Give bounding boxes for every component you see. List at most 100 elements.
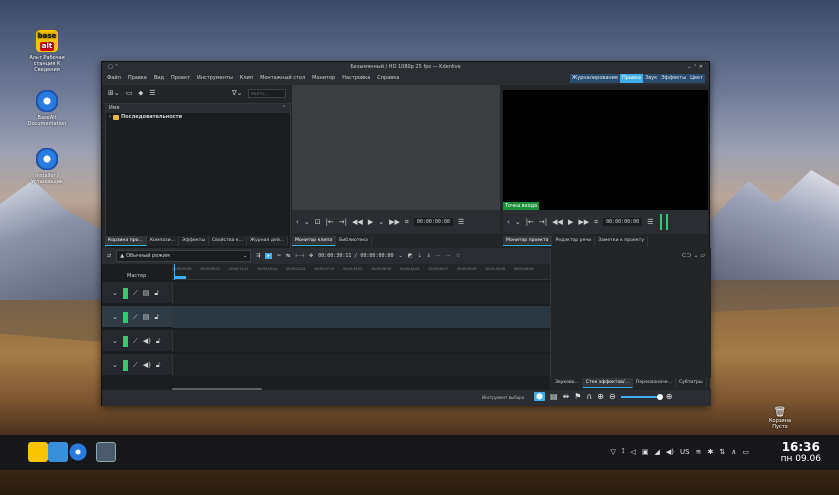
kde-connect-icon[interactable]: ⟟ (622, 447, 625, 456)
snap-icon[interactable]: ∩ (586, 392, 592, 401)
track-lane[interactable] (172, 306, 550, 328)
set-out-icon[interactable]: →| (339, 218, 347, 226)
track-lane[interactable] (172, 354, 550, 376)
set-out-icon[interactable]: →| (539, 218, 547, 226)
select-tool-icon[interactable]: ▸ (265, 253, 272, 259)
dock-tab[interactable]: Переназначе... (633, 378, 676, 388)
play-icon[interactable]: ▶ (568, 218, 573, 226)
menu-item[interactable]: Клип (239, 72, 254, 85)
clip-monitor-view[interactable] (292, 85, 500, 210)
menu-item[interactable]: Файл (106, 72, 122, 85)
workspace-tab[interactable]: Правка (620, 74, 644, 83)
fullscreen-icon[interactable]: ⌗ (594, 218, 598, 227)
menu-item[interactable]: Инструменты (196, 72, 234, 85)
multicam-icon[interactable]: ✥ (309, 253, 313, 259)
dock-tab[interactable]: Журнал дей... (247, 236, 289, 246)
audio-track[interactable]: ⌄ ⟋ ◀) 🔓︎ (102, 354, 550, 376)
zoom-fit-icon[interactable]: ⊕ (597, 392, 604, 401)
track-color-icon[interactable] (122, 359, 128, 371)
insert-icon[interactable]: ⇣ (417, 253, 421, 259)
workspace-tab[interactable]: Эффекты (659, 74, 688, 83)
menu-icon[interactable]: ☰ (149, 89, 155, 97)
effects-icon[interactable]: ⟋ (133, 289, 138, 298)
clock[interactable]: 16:36 пн 09.06 (781, 441, 821, 465)
add-clip-icon[interactable]: ⊞⌄ (108, 89, 120, 97)
menu-item[interactable]: Монтажный стол (259, 72, 306, 85)
film-icon[interactable]: ▤ (143, 289, 150, 297)
track-header[interactable]: ⌄ ⟋ ◀) 🔓︎ (102, 354, 172, 376)
set-in-icon[interactable]: |← (326, 218, 334, 226)
desktop-icon-alt-info[interactable]: base alt Альт Рабочая станция К Сведения (22, 30, 72, 73)
chevron-left-icon[interactable]: ‹ (296, 218, 299, 226)
updates-icon[interactable]: ▣ (642, 448, 649, 456)
chevron-up-icon[interactable]: ∧ (731, 448, 736, 456)
zoom-dropdown-icon[interactable]: ⌄ (515, 218, 521, 226)
desktop-icon-trash[interactable]: 🗑 Корзина Пусто (760, 407, 800, 430)
chevron-left-icon[interactable]: ‹ (507, 218, 510, 226)
workspace-tab[interactable]: Журналирование (570, 74, 620, 83)
desktop-icon-documentation[interactable]: BaseAlt Documentation (22, 90, 72, 127)
folder-add-icon[interactable]: ▭ (126, 89, 133, 97)
app-menu-icon[interactable] (28, 442, 48, 462)
film-icon[interactable]: ▤ (550, 392, 558, 401)
lift-icon[interactable]: ⋯ (436, 253, 441, 259)
composite-icon[interactable]: ◩ (408, 253, 413, 259)
chevron-down-icon[interactable]: ⌄ (112, 289, 118, 297)
menu-item[interactable]: Справка (376, 72, 400, 85)
extract-icon[interactable]: ⋯ (446, 253, 451, 259)
spacer-icon[interactable]: ↹ (286, 253, 290, 259)
dock-tab[interactable]: Свойства к... (209, 236, 248, 246)
effects-icon[interactable]: ⟋ (133, 337, 138, 346)
workspace-tab[interactable]: Звук (643, 74, 659, 83)
zoom-dropdown-icon[interactable]: ⌄ (304, 218, 310, 226)
lock-icon[interactable]: 🔓︎ (154, 289, 159, 298)
dock-tab[interactable]: Монитор клипа (292, 236, 337, 246)
chevron-down-icon[interactable]: ⌄ (112, 361, 118, 369)
razor-icon[interactable]: ✂ (277, 253, 281, 259)
clipboard-icon[interactable]: ▽ (611, 448, 616, 456)
dock-tab[interactable]: Заметки к проекту (595, 236, 649, 246)
video-track[interactable]: ⌄ ⟋ ▤ 🔓︎ (102, 282, 550, 304)
clip-timecode[interactable]: 00:00:00:00 (413, 218, 453, 226)
menu-icon[interactable]: ☰ (647, 218, 653, 226)
dock-tab[interactable]: Стек эффектов/... (582, 378, 633, 388)
keyboard-layout[interactable]: US (680, 448, 690, 456)
rewind-icon[interactable]: ◀◀ (352, 218, 363, 226)
window-controls[interactable]: ⌄ ⌃ ✕ (687, 62, 703, 72)
bin-search-input[interactable]: Найти... (248, 89, 286, 98)
timeline-ruler[interactable]: 00:00:00:00 00:00:05:13 00:00:11:01 00:00:1… (172, 264, 550, 280)
audio-mute-icon[interactable]: ◀) (143, 337, 151, 345)
battery-icon[interactable]: ▭ (742, 448, 749, 456)
effect-panel-options-icon[interactable]: ⊂⊃ ⌄ ▱ (681, 252, 705, 259)
forward-icon[interactable]: ▶▶ (389, 218, 400, 226)
rewind-icon[interactable]: ◀◀ (552, 218, 563, 226)
effects-icon[interactable]: ⟋ (133, 313, 138, 322)
chevron-down-icon[interactable]: ⌄ (112, 337, 118, 345)
project-timecode[interactable]: 00:00:00:00 (603, 218, 643, 226)
fullscreen-icon[interactable]: ⌗ (405, 218, 409, 227)
wifi-icon[interactable]: ≋ (696, 448, 702, 456)
track-header[interactable]: ⌄ ⟋ ▤ 🔓︎ (102, 282, 172, 304)
volume-icon[interactable]: ◀) (666, 448, 674, 456)
zoom-slider[interactable] (620, 393, 663, 400)
notifications-icon[interactable]: ◁ (631, 448, 636, 456)
forward-icon[interactable]: ▶▶ (578, 218, 589, 226)
playhead-marker[interactable] (174, 276, 186, 279)
dock-tab[interactable]: Корзина про... (105, 236, 147, 246)
set-in-icon[interactable]: |← (526, 218, 534, 226)
lock-icon[interactable]: 🔓︎ (154, 313, 159, 322)
dock-tab[interactable]: Компози... (147, 236, 179, 246)
menu-item[interactable]: Монитор (311, 72, 336, 85)
bin-folder-row[interactable]: › Последовательности (106, 113, 290, 121)
overwrite-icon[interactable]: ⇓ (427, 253, 431, 259)
track-lane[interactable] (172, 330, 550, 352)
window-menu-icon[interactable]: ▢ ⌃ (108, 62, 119, 72)
film-icon[interactable]: ▤ (143, 313, 150, 321)
menu-icon[interactable]: ☰ (458, 218, 464, 226)
track-color-icon[interactable] (122, 335, 128, 347)
bin-header[interactable]: Имя ⌃ (106, 104, 290, 113)
lock-icon[interactable]: 🔓︎ (156, 337, 161, 346)
track-lane[interactable] (172, 282, 550, 304)
track-color-icon[interactable] (122, 311, 128, 323)
dock-tab[interactable]: Редактор речи (552, 236, 596, 246)
